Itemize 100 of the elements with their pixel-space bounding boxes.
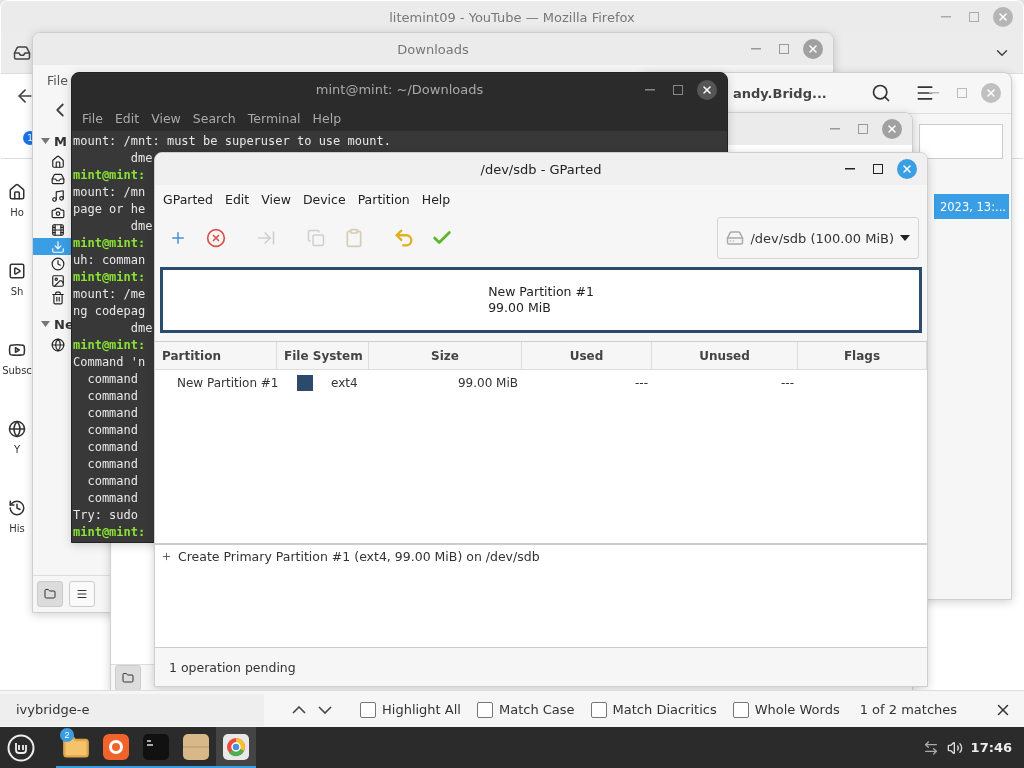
sidebar-label: His	[9, 523, 25, 534]
menu-item[interactable]: File	[76, 111, 109, 126]
output-text: mount: /mn	[73, 184, 146, 201]
trash-icon	[51, 290, 65, 305]
column-header[interactable]: File System	[277, 342, 369, 369]
checkbox[interactable]	[360, 701, 376, 718]
maximize-icon	[779, 44, 789, 54]
tab-list-icon[interactable]	[13, 44, 31, 62]
download-icon	[51, 239, 65, 254]
prompt-text: mint@mint:	[73, 167, 146, 184]
column-header[interactable]: Partition	[155, 342, 277, 369]
music-icon	[51, 188, 65, 203]
device-dropdown[interactable]: /dev/sdb (100.00 MiB)	[717, 217, 919, 259]
menu-item[interactable]: GParted	[157, 191, 219, 207]
disk-chart-icon	[223, 733, 249, 760]
close-icon	[886, 123, 898, 135]
sidebar-icon[interactable]	[8, 420, 26, 438]
camera-icon	[51, 205, 65, 220]
partition-size: 99.00 MiB	[488, 300, 552, 316]
column-header[interactable]: Size	[369, 342, 522, 369]
browser-icon	[103, 733, 129, 760]
terminal-icon	[143, 733, 169, 760]
close-icon	[985, 87, 997, 99]
maximize-icon	[858, 124, 868, 134]
dropdown-arrow-icon	[900, 235, 910, 241]
menu-item[interactable]: Partition	[351, 191, 416, 207]
table-cell-text: ---	[780, 375, 795, 392]
menu-item[interactable]: Device	[296, 191, 352, 207]
menu-item[interactable]: Terminal	[241, 111, 307, 126]
new-partition-icon	[169, 229, 187, 247]
output-text: command	[86, 473, 139, 490]
menu-item[interactable]: Edit	[219, 191, 256, 207]
output-text: command	[86, 456, 139, 473]
places-button[interactable]	[37, 581, 63, 607]
places-button[interactable]	[115, 665, 141, 691]
checkbox[interactable]	[590, 701, 607, 718]
menu-item[interactable]: View	[145, 111, 187, 126]
operation-text: Create Primary Partition #1 (ext4, 99.00 MiB) on /dev/sdb	[178, 549, 540, 564]
table-cell: ext4	[331, 376, 358, 390]
sidebar-label: Sh	[10, 286, 24, 297]
undo-icon	[393, 227, 415, 249]
expander-icon	[41, 321, 50, 327]
sidebar-icon[interactable]	[8, 499, 26, 517]
paste-icon	[344, 228, 364, 248]
option-label: Whole Words	[754, 702, 840, 717]
output-text: ng codepag	[73, 303, 146, 320]
window-title: /dev/sdb - GParted	[480, 161, 602, 177]
sidebar-icon[interactable]	[8, 262, 26, 280]
find-field[interactable]: ivybridge-e	[0, 693, 264, 726]
clock-icon	[51, 256, 65, 271]
sidebar-label: Y	[13, 444, 21, 455]
window-title: mint@mint: ~/Downloads	[315, 82, 484, 97]
prompt-text: mint@mint:	[73, 269, 146, 286]
output-text: dme	[129, 218, 153, 235]
tree-button[interactable]	[69, 581, 95, 607]
output-text: Try: sudo	[73, 507, 139, 524]
maximize-icon	[873, 164, 883, 174]
menu-item[interactable]: Help	[306, 111, 348, 126]
output-text: command	[86, 405, 139, 422]
sidebar-label: Ho	[10, 207, 24, 218]
expander-icon	[41, 138, 50, 144]
output-text: uh: comman	[73, 252, 146, 269]
sidebar-icon[interactable]	[8, 183, 26, 201]
menu-item[interactable]: Search	[186, 111, 242, 126]
date-text: 2023, 13:...	[939, 199, 1006, 214]
checkbox[interactable]	[476, 701, 493, 718]
option-label: Highlight All	[382, 702, 461, 717]
column-header[interactable]: Flags	[798, 342, 927, 369]
output-text: Command 'n	[73, 354, 146, 371]
search-icon[interactable]	[870, 83, 891, 103]
clock[interactable]: 17:46	[970, 740, 1012, 755]
home-icon	[51, 154, 65, 169]
prompt-text: mint@mint:	[73, 337, 146, 354]
menu-item[interactable]: Edit	[108, 111, 146, 126]
partition-map[interactable]: New Partition #1 99.00 MiB	[160, 267, 922, 333]
network-icon[interactable]	[922, 739, 939, 756]
drive-icon	[726, 229, 745, 247]
input-field[interactable]	[919, 124, 1003, 159]
column-header[interactable]: Unused	[652, 342, 798, 369]
column-header[interactable]: Used	[522, 342, 652, 369]
checkbox[interactable]	[732, 701, 749, 718]
menu-item[interactable]: Help	[415, 191, 457, 207]
volume-icon[interactable]	[946, 739, 963, 756]
close-button[interactable]	[697, 79, 717, 100]
resize-icon	[256, 228, 276, 248]
partition-name: New Partition #1	[488, 284, 594, 300]
maximize-icon	[673, 84, 683, 95]
close-icon	[901, 163, 913, 175]
output-text: command	[86, 371, 139, 388]
window-title: andy.Bridg...	[733, 85, 827, 101]
option-label: Match Diacritics	[612, 702, 717, 717]
menu-item[interactable]: File	[41, 72, 74, 88]
sidebar-icon[interactable]	[8, 341, 26, 359]
sidebar-item[interactable]	[33, 238, 73, 255]
menu-item[interactable]: View	[255, 191, 297, 207]
table-cell-text: New Partition #1	[176, 375, 277, 392]
output-text: command	[86, 388, 139, 405]
option-label: Match Case	[498, 702, 575, 717]
notification-badge: 2	[60, 728, 74, 742]
taskbar-app-button[interactable]	[216, 727, 256, 768]
